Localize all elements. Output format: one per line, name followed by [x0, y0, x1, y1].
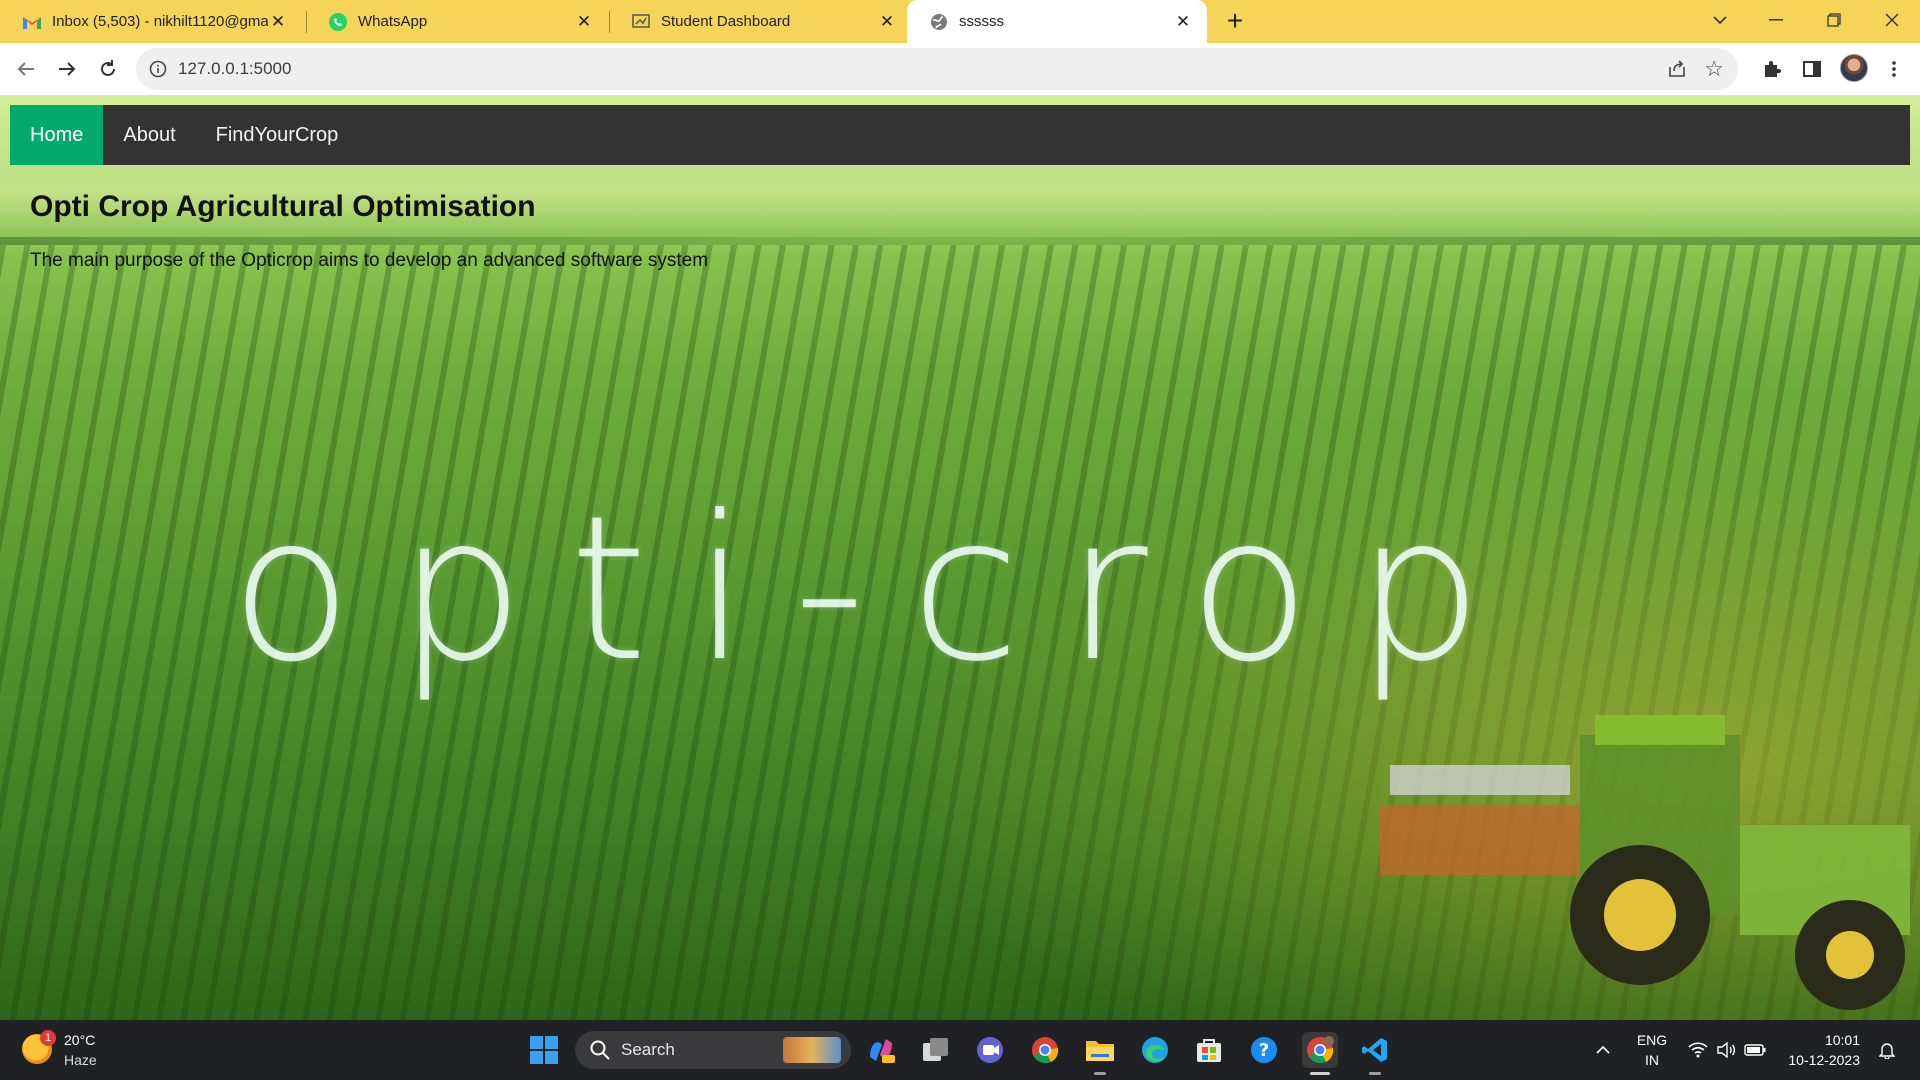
- nav-findyourcrop-link[interactable]: FindYourCrop: [196, 105, 359, 165]
- share-icon[interactable]: [1666, 58, 1688, 80]
- new-tab-button[interactable]: +: [1220, 7, 1250, 37]
- vscode-running-indicator: [1369, 1072, 1381, 1075]
- extensions-icon[interactable]: [1756, 53, 1788, 85]
- tab-student-dashboard[interactable]: Student Dashboard ✕: [609, 0, 911, 43]
- taskbar-search[interactable]: Search: [575, 1031, 851, 1069]
- clock-date: 10-12-2023: [1788, 1052, 1860, 1068]
- page-description: The main purpose of the Opticrop aims to…: [30, 250, 709, 271]
- minimize-button[interactable]: [1748, 0, 1804, 40]
- close-icon[interactable]: ✕: [574, 12, 594, 32]
- close-icon[interactable]: ✕: [268, 12, 288, 32]
- chrome-profile-icon[interactable]: [1302, 1032, 1338, 1068]
- volume-icon[interactable]: [1712, 1020, 1740, 1080]
- microsoft-store-icon[interactable]: [1191, 1032, 1227, 1068]
- show-hidden-icons-chevron-icon[interactable]: [1588, 1020, 1618, 1080]
- language-indicator[interactable]: ENG IN: [1630, 1030, 1674, 1070]
- weather-widget[interactable]: 1 20°C Haze: [22, 1028, 152, 1072]
- avatar[interactable]: [1840, 54, 1868, 82]
- taskbar: 1 20°C Haze Search ? ENG IN 10:01 10-12-…: [0, 1020, 1920, 1080]
- weather-temp: 20°C: [64, 1032, 96, 1048]
- search-icon: [589, 1039, 611, 1061]
- language-code: ENG: [1636, 1032, 1668, 1048]
- forward-button[interactable]: [51, 53, 83, 85]
- tab-search-chevron-icon[interactable]: [1692, 0, 1748, 40]
- copilot-icon[interactable]: [863, 1032, 899, 1068]
- language-region: IN: [1645, 1052, 1659, 1068]
- page-viewport: opti-crop Home About FindYourCrop Opti C…: [0, 95, 1920, 1020]
- search-label: Search: [621, 1040, 675, 1059]
- battery-icon[interactable]: [1740, 1020, 1770, 1080]
- menu-kebab-icon[interactable]: [1878, 53, 1910, 85]
- notification-bell-icon[interactable]: [1872, 1020, 1902, 1080]
- task-view-icon[interactable]: [918, 1032, 954, 1068]
- address-bar[interactable]: 127.0.0.1:5000 ☆: [136, 48, 1738, 90]
- close-icon[interactable]: ✕: [877, 12, 897, 32]
- system-clock[interactable]: 10:01 10-12-2023: [1780, 1030, 1860, 1070]
- clock-time: 10:01: [1824, 1032, 1860, 1048]
- search-highlight-image: [783, 1037, 841, 1063]
- tab-title: Inbox (5,503) - nikhilt1120@gma: [52, 13, 268, 30]
- explorer-running-indicator: [1094, 1072, 1106, 1075]
- restore-button[interactable]: [1806, 0, 1862, 40]
- url-text[interactable]: 127.0.0.1:5000: [178, 59, 291, 79]
- chrome-running-indicator: [1310, 1072, 1330, 1075]
- notification-badge: 1: [40, 1030, 56, 1046]
- tab-ssssss[interactable]: ssssss ✕: [907, 0, 1207, 43]
- svg-text:?: ?: [1259, 1040, 1269, 1061]
- chrome-icon[interactable]: [1027, 1032, 1063, 1068]
- top-nav: Home About FindYourCrop: [10, 105, 1910, 165]
- hero-logo-text: opti-crop: [230, 473, 1528, 706]
- edge-icon[interactable]: [1137, 1032, 1173, 1068]
- nav-home-link[interactable]: Home: [10, 105, 104, 165]
- globe-icon: [929, 12, 949, 32]
- nav-about-link[interactable]: About: [103, 105, 195, 165]
- gmail-icon: [22, 12, 42, 32]
- dashboard-icon: [631, 12, 651, 32]
- reload-button[interactable]: [92, 53, 124, 85]
- whatsapp-icon: [328, 12, 348, 32]
- vscode-icon[interactable]: [1357, 1032, 1393, 1068]
- teams-meet-icon[interactable]: [972, 1032, 1008, 1068]
- tab-title: WhatsApp: [358, 13, 428, 30]
- tab-strip: Inbox (5,503) - nikhilt1120@gma ✕ WhatsA…: [0, 0, 1920, 43]
- browser-toolbar: 127.0.0.1:5000 ☆: [0, 43, 1920, 95]
- background-horizon: [0, 237, 1920, 245]
- close-icon[interactable]: ✕: [1173, 12, 1193, 32]
- weather-condition: Haze: [64, 1052, 97, 1068]
- tab-whatsapp[interactable]: WhatsApp ✕: [306, 0, 608, 43]
- info-icon[interactable]: [148, 59, 168, 79]
- tab-gmail[interactable]: Inbox (5,503) - nikhilt1120@gma ✕: [0, 0, 302, 43]
- file-explorer-icon[interactable]: [1082, 1032, 1118, 1068]
- help-icon[interactable]: ?: [1246, 1032, 1282, 1068]
- close-window-button[interactable]: [1864, 0, 1920, 40]
- tab-title: Student Dashboard: [661, 13, 791, 30]
- wifi-icon[interactable]: [1684, 1020, 1712, 1080]
- back-button[interactable]: [10, 53, 42, 85]
- page-title: Opti Crop Agricultural Optimisation: [30, 190, 536, 223]
- side-panel-icon[interactable]: [1796, 53, 1828, 85]
- bookmark-star-icon[interactable]: ☆: [1704, 56, 1724, 82]
- tab-title: ssssss: [959, 13, 1004, 30]
- tractor-image: [1380, 715, 1910, 1010]
- windows-start-icon[interactable]: [526, 1032, 562, 1068]
